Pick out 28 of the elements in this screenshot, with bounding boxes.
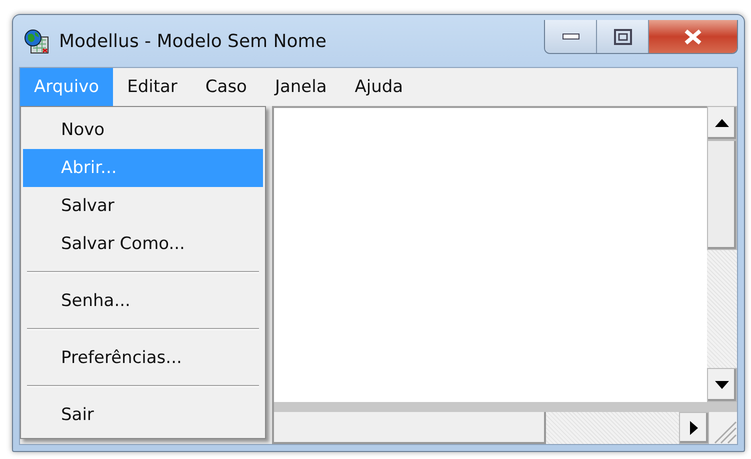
- maximize-button[interactable]: [597, 20, 649, 53]
- scroll-right-button[interactable]: [679, 412, 709, 444]
- menu-item[interactable]: Editar: [113, 68, 192, 106]
- window-title: Modellus - Modelo Sem Nome: [59, 30, 328, 52]
- restore-icon: [614, 28, 632, 44]
- close-button[interactable]: [649, 20, 737, 53]
- menu-option[interactable]: Salvar: [23, 187, 263, 225]
- minimize-button[interactable]: [545, 20, 597, 53]
- resize-grip-icon: [713, 420, 737, 444]
- right-arrow-icon: [690, 421, 698, 435]
- menu-item[interactable]: Janela: [260, 68, 341, 106]
- down-arrow-icon: [715, 381, 729, 389]
- scroll-down-button[interactable]: [707, 368, 737, 402]
- close-icon: [683, 28, 703, 44]
- menu-item[interactable]: Ajuda: [340, 68, 418, 106]
- globe-icon: [23, 28, 49, 54]
- scroll-up-button[interactable]: [707, 106, 737, 140]
- up-arrow-icon: [715, 119, 729, 127]
- minimize-icon: [562, 32, 580, 40]
- menu-option[interactable]: Salvar Como...: [23, 225, 263, 263]
- menu-item[interactable]: Caso: [191, 68, 261, 106]
- menu-option[interactable]: Sair: [23, 396, 263, 434]
- vertical-scrollbar[interactable]: [707, 106, 737, 402]
- scroll-thumb[interactable]: [707, 140, 737, 250]
- menu-option[interactable]: Senha...: [23, 282, 263, 320]
- menu-option[interactable]: Preferências...: [23, 339, 263, 377]
- menu-option[interactable]: Novo: [23, 111, 263, 149]
- scroll-thumb[interactable]: [274, 412, 546, 444]
